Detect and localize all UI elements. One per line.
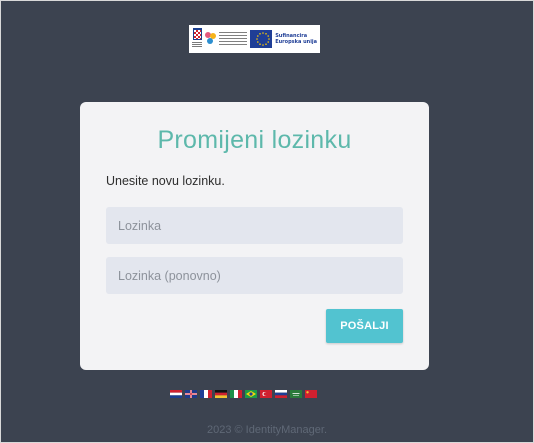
eu-star-icon — [259, 33, 261, 35]
arabic-flag-icon[interactable] — [290, 390, 302, 398]
croatian-flag-icon[interactable] — [170, 390, 182, 398]
eu-star-icon — [267, 41, 269, 43]
eu-star-icon — [265, 43, 267, 45]
french-flag-icon[interactable] — [200, 390, 212, 398]
eu-funding-line-2: Europska unija — [275, 39, 317, 45]
english-flag-icon[interactable] — [185, 390, 197, 398]
eu-star-icon — [265, 33, 267, 35]
russian-flag-icon[interactable] — [275, 390, 287, 398]
submit-button[interactable]: POŠALJI — [326, 309, 403, 343]
croatia-coat-of-arms-icon — [192, 28, 202, 50]
chinese-flag-icon[interactable] — [305, 390, 317, 398]
change-password-card: Promijeni lozinku Unesite novu lozinku. … — [80, 102, 429, 370]
eu-star-icon — [268, 38, 270, 40]
eu-star-icon — [262, 44, 264, 46]
portuguese-brazil-flag-icon[interactable] — [245, 390, 257, 398]
turkish-flag-icon[interactable] — [260, 390, 272, 398]
funding-banner: Sufinancira Europska unija — [189, 25, 320, 53]
eu-star-icon — [256, 38, 258, 40]
eu-funding-text: Sufinancira Europska unija — [275, 33, 317, 45]
footer-copyright: 2023 © IdentityManager. — [206, 424, 328, 436]
german-flag-icon[interactable] — [215, 390, 227, 398]
instructions-text: Unesite novu lozinku. — [106, 174, 225, 188]
eu-star-icon — [259, 43, 261, 45]
eu-star-icon — [267, 35, 269, 37]
password-input[interactable] — [106, 207, 403, 244]
italian-flag-icon[interactable] — [230, 390, 242, 398]
password-repeat-input[interactable] — [106, 257, 403, 294]
page-title: Promijeni lozinku — [157, 126, 352, 154]
eu-star-icon — [257, 41, 259, 43]
eu-star-icon — [257, 35, 259, 37]
eu-star-icon — [262, 32, 264, 34]
eu-flag-icon — [250, 30, 273, 48]
program-logo-icon — [205, 28, 247, 50]
language-selector — [170, 390, 317, 399]
